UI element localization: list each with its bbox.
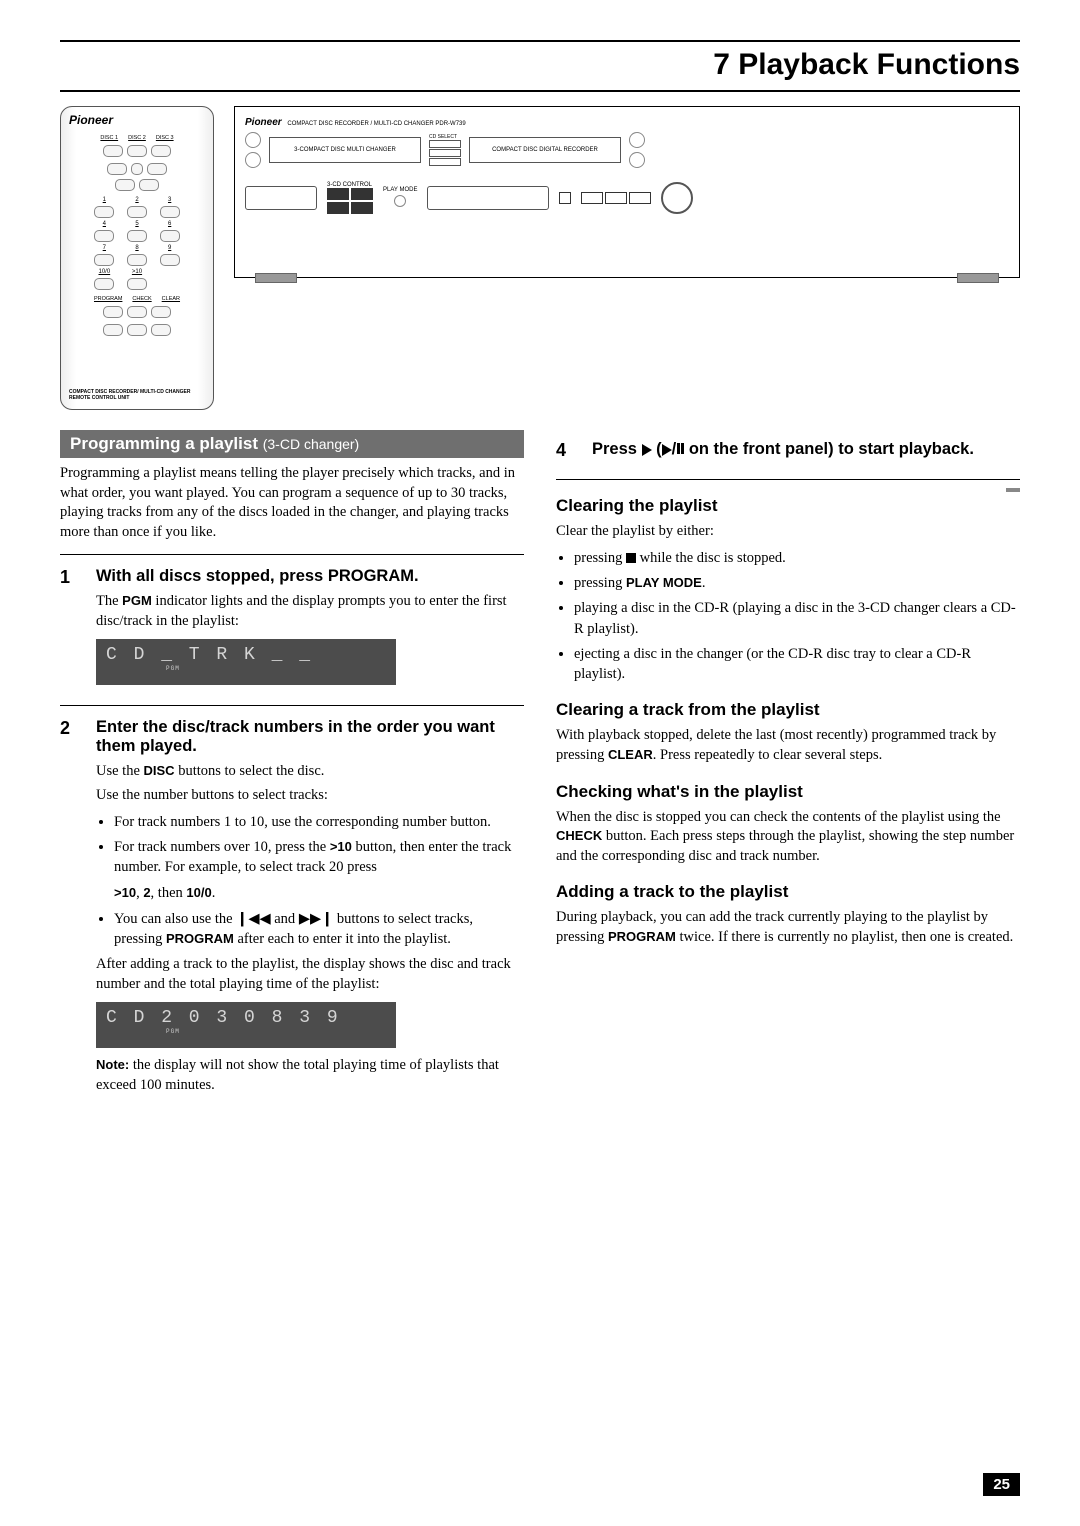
- disc1-label: DISC 1: [100, 135, 118, 141]
- divider: [556, 479, 1020, 480]
- remote-footer: COMPACT DISC RECORDER/ MULTI-CD CHANGER …: [69, 390, 213, 401]
- cd-select-1: [429, 140, 461, 148]
- step-2-number: 2: [60, 718, 80, 1099]
- divider: [60, 554, 524, 555]
- lcd-1-pgm: PGM: [166, 665, 386, 672]
- section-title: Programming a playlist: [70, 434, 258, 453]
- step-2-p2: Use the number buttons to select tracks:: [96, 786, 524, 806]
- section-subtitle: (3-CD changer): [263, 436, 359, 452]
- section-end-mark: [1006, 488, 1020, 492]
- adding-heading: Adding a track to the playlist: [556, 882, 1020, 902]
- step-4: 4 Press (/ on the front panel) to start …: [556, 440, 1020, 465]
- unit-display-mid: [427, 186, 549, 210]
- step-1: 1 With all discs stopped, press PROGRAM.…: [60, 567, 524, 693]
- content-columns: Programming a playlist (3-CD changer) Pr…: [60, 430, 1020, 1100]
- lcd-display-2: C D 2 0 3 0 8 3 9 PGM: [96, 1002, 396, 1048]
- step-2-p3: After adding a track to the playlist, th…: [96, 955, 524, 994]
- play-icon: [662, 444, 672, 456]
- chapter-title: 7 Playback Functions: [60, 48, 1020, 82]
- step-4-number: 4: [556, 440, 576, 465]
- clear-bullet-4: ejecting a disc in the changer (or the C…: [574, 644, 1020, 685]
- clear-bullet-2: pressing PLAY MODE.: [574, 573, 1020, 593]
- right-column: 4 Press (/ on the front panel) to start …: [556, 430, 1020, 1100]
- right-tray: COMPACT DISC DIGITAL RECORDER: [469, 137, 621, 163]
- step-2-p1: Use the DISC buttons to select the disc.: [96, 762, 524, 782]
- step-2: 2 Enter the disc/track numbers in the or…: [60, 718, 524, 1099]
- step-4-heading: Press (/ on the front panel) to start pl…: [592, 440, 1020, 459]
- unit-model: COMPACT DISC RECORDER / MULTI-CD CHANGER…: [287, 121, 465, 127]
- lcd-1-text: C D _ T R K _ _: [106, 645, 386, 665]
- clearing-track-body: With playback stopped, delete the last (…: [556, 726, 1020, 765]
- cd-select-2: [429, 149, 461, 157]
- page-number: 25: [983, 1473, 1020, 1496]
- clear-bullet-1: pressing while the disc is stopped.: [574, 548, 1020, 568]
- disc2-label: DISC 2: [128, 135, 146, 141]
- section-heading: Programming a playlist (3-CD changer): [60, 430, 524, 458]
- divider: [60, 705, 524, 706]
- play-icon: [642, 444, 652, 456]
- remote-control-diagram: Pioneer DISC 1 DISC 2 DISC 3 123 456 789…: [60, 106, 214, 410]
- hardware-diagrams: Pioneer DISC 1 DISC 2 DISC 3 123 456 789…: [60, 106, 1020, 410]
- checking-body: When the disc is stopped you can check t…: [556, 808, 1020, 867]
- step-1-text: The PGM indicator lights and the display…: [96, 592, 524, 631]
- step-2-note: Note: the display will not show the tota…: [96, 1056, 524, 1095]
- lcd-2-text: C D 2 0 3 0 8 3 9: [106, 1008, 386, 1028]
- clear-bullet-3: playing a disc in the CD-R (playing a di…: [574, 598, 1020, 639]
- jog-dial: [661, 182, 693, 214]
- remote-brand: Pioneer: [67, 113, 207, 127]
- program-label: PROGRAM: [94, 296, 122, 302]
- check-label: CHECK: [132, 296, 151, 302]
- clearing-intro: Clear the playlist by either:: [556, 522, 1020, 542]
- header-rule: [60, 40, 1020, 42]
- adding-body: During playback, you can add the track c…: [556, 908, 1020, 947]
- step-2-bullet-1: For track numbers 1 to 10, use the corre…: [114, 812, 524, 832]
- cd-select-3: [429, 158, 461, 166]
- unit-display-left: [245, 186, 317, 210]
- unit-brand: Pioneer: [245, 117, 282, 128]
- left-tray: 3-COMPACT DISC MULTI CHANGER: [269, 137, 421, 163]
- step-1-heading: With all discs stopped, press PROGRAM.: [96, 567, 524, 586]
- intro-paragraph: Programming a playlist means telling the…: [60, 464, 524, 542]
- disc3-label: DISC 3: [156, 135, 174, 141]
- step-1-number: 1: [60, 567, 80, 693]
- playmode-label: PLAY MODE: [383, 187, 417, 193]
- step-2-bullet-3: You can also use the ❙◀◀ and ▶▶❙ buttons…: [114, 909, 524, 950]
- chapter-name: Playback Functions: [738, 48, 1020, 81]
- main-unit-diagram: Pioneer COMPACT DISC RECORDER / MULTI-CD…: [234, 106, 1020, 278]
- clear-label: CLEAR: [162, 296, 180, 302]
- step-2-heading: Enter the disc/track numbers in the orde…: [96, 718, 524, 756]
- stop-icon: [626, 553, 636, 563]
- left-column: Programming a playlist (3-CD changer) Pr…: [60, 430, 524, 1100]
- step-2-bullet-2: For track numbers over 10, press the >10…: [114, 837, 524, 904]
- lcd-display-1: C D _ T R K _ _ PGM: [96, 639, 396, 685]
- header-rule-bottom: [60, 90, 1020, 92]
- lcd-2-pgm: PGM: [166, 1028, 386, 1035]
- checking-heading: Checking what's in the playlist: [556, 782, 1020, 802]
- chapter-number: 7: [713, 48, 730, 81]
- clearing-track-heading: Clearing a track from the playlist: [556, 700, 1020, 720]
- clearing-playlist-heading: Clearing the playlist: [556, 496, 1020, 516]
